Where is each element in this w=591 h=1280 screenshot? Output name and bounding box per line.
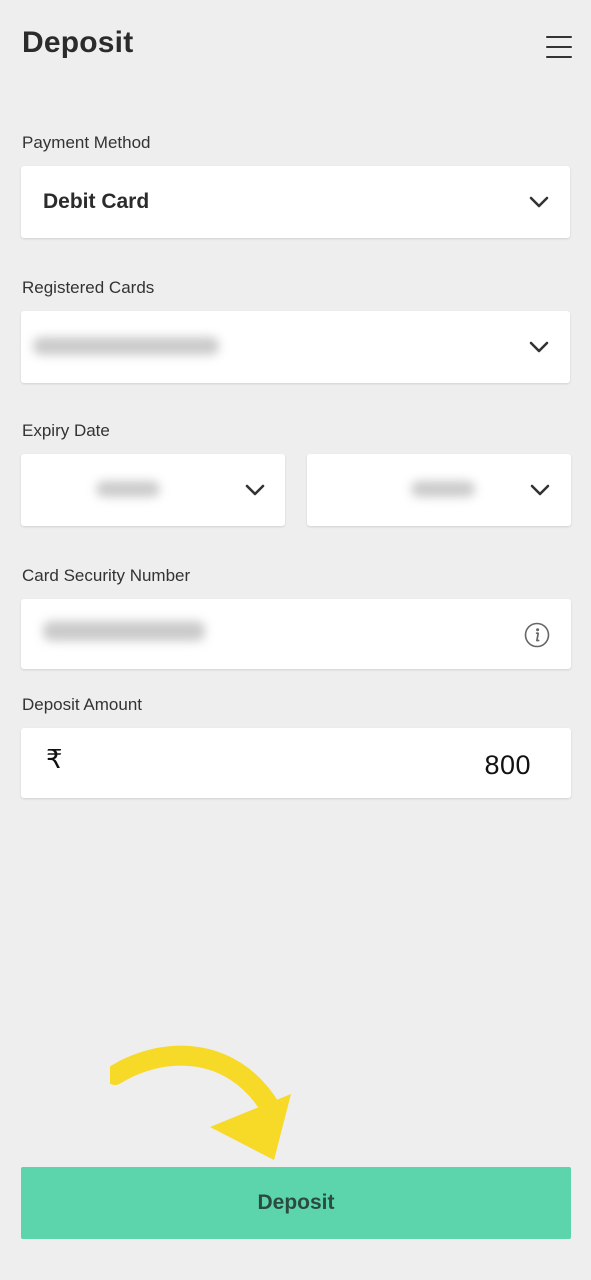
- payment-method-select[interactable]: Debit Card: [21, 166, 570, 238]
- expiry-date-label: Expiry Date: [22, 421, 110, 440]
- expiry-month-select[interactable]: [21, 454, 285, 526]
- deposit-amount-input[interactable]: ₹ 800: [21, 728, 571, 798]
- menu-line: [546, 56, 572, 58]
- registered-cards-label: Registered Cards: [22, 278, 155, 297]
- yellow-arrow-annotation: [105, 1045, 300, 1170]
- menu-line: [546, 46, 572, 48]
- chevron-down-icon: [245, 484, 265, 496]
- page-title: Deposit: [22, 26, 134, 59]
- payment-method-value: Debit Card: [43, 190, 150, 213]
- card-security-number-input[interactable]: [21, 599, 571, 669]
- chevron-down-icon: [530, 484, 550, 496]
- chevron-down-icon: [529, 341, 549, 353]
- card-security-number-label: Card Security Number: [22, 566, 191, 585]
- registered-cards-select[interactable]: [21, 311, 570, 383]
- blurred-expiry-year: [411, 481, 475, 497]
- menu-line: [546, 36, 572, 38]
- expiry-year-select[interactable]: [307, 454, 571, 526]
- blurred-card-number: [33, 337, 219, 355]
- hamburger-menu-icon[interactable]: [546, 36, 572, 58]
- info-icon[interactable]: [524, 622, 550, 648]
- deposit-amount-label: Deposit Amount: [22, 695, 143, 714]
- blurred-security-number: [43, 621, 205, 641]
- blurred-expiry-month: [96, 481, 160, 497]
- payment-method-label: Payment Method: [22, 133, 151, 152]
- chevron-down-icon: [529, 196, 549, 208]
- deposit-amount-value: 800: [484, 750, 531, 780]
- rupee-icon: ₹: [46, 744, 63, 774]
- deposit-button[interactable]: Deposit: [21, 1167, 571, 1239]
